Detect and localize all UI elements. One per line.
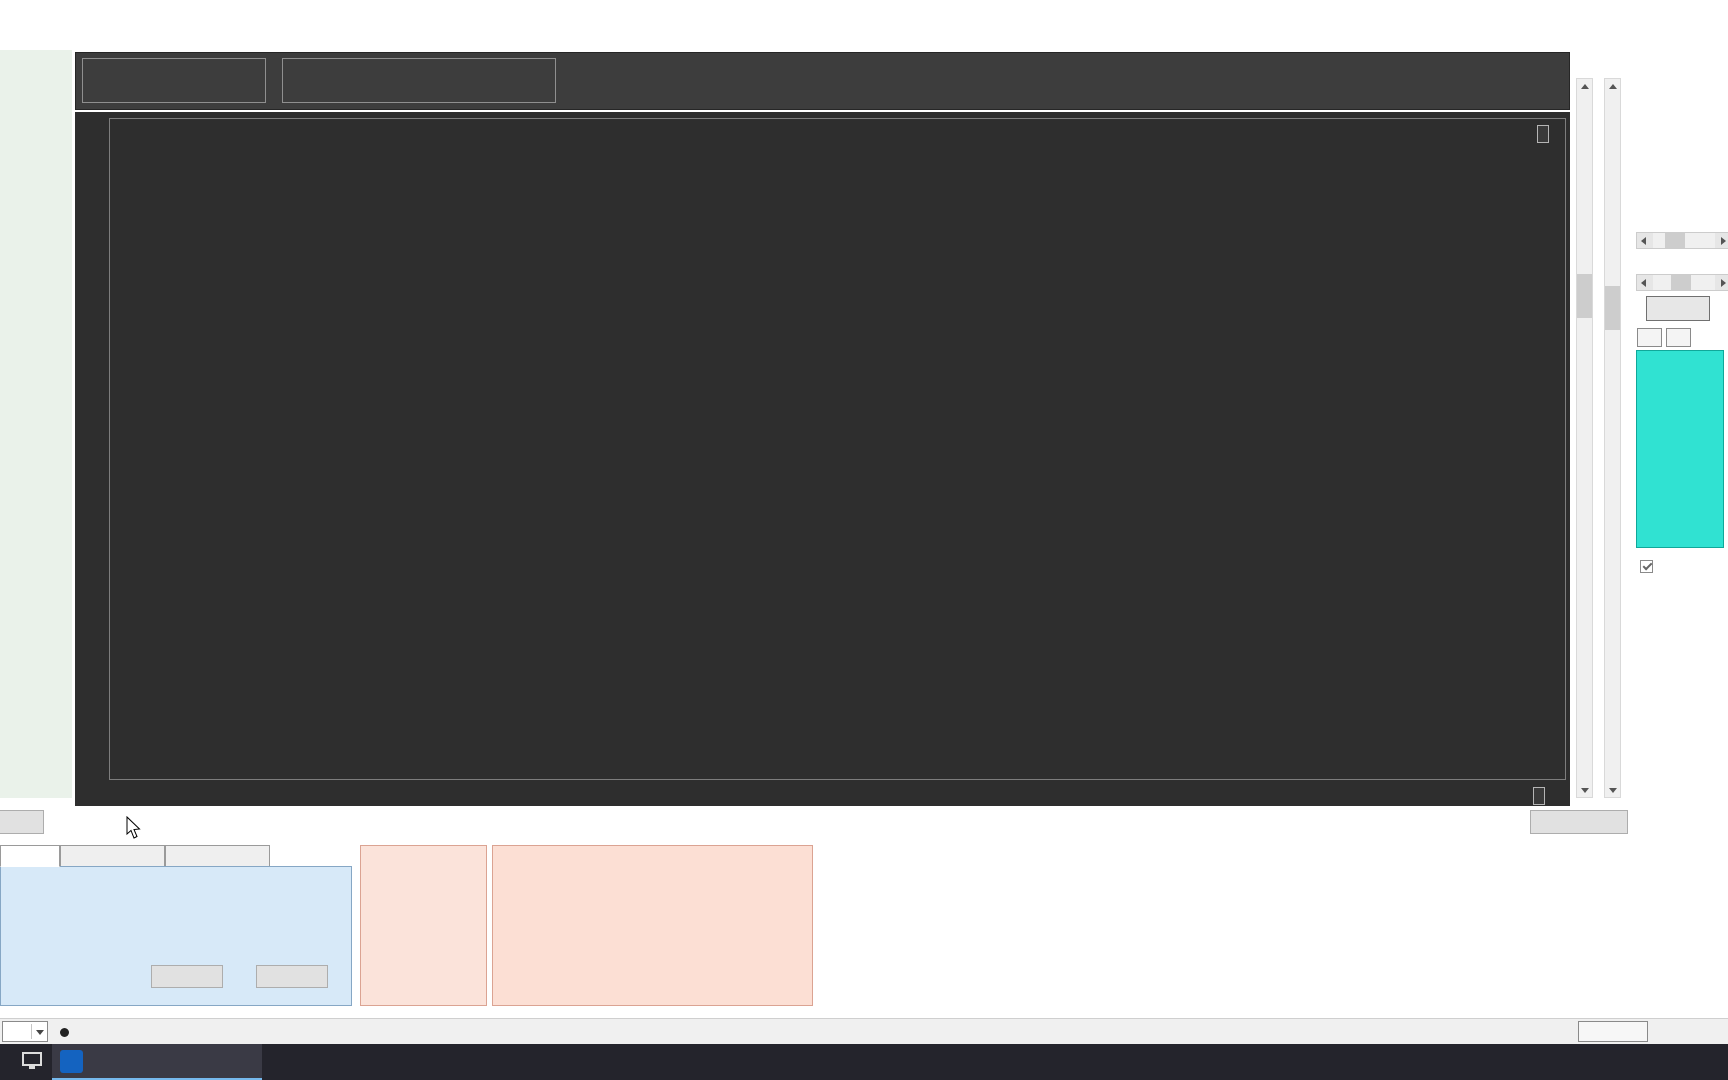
delta-t-readout [584,62,624,69]
slider-thumb[interactable] [1665,233,1685,248]
slider-right-icon[interactable] [1715,233,1728,248]
tab-dc-current[interactable] [165,845,270,867]
trigger-voltage-slider[interactable] [1636,232,1728,249]
window-titlebar [0,0,1728,26]
refresh-waveform-button[interactable] [0,810,44,834]
system-tray-icon[interactable] [22,1052,42,1069]
dc-coupling-button[interactable] [1666,328,1691,347]
connection-status-icon [60,1028,69,1037]
scroll-down-icon[interactable] [1577,782,1592,797]
measure-mode-panel [360,845,487,1006]
taskbar [0,1044,1728,1080]
divider [31,1024,32,1039]
slider-right-icon[interactable] [1715,275,1728,290]
device-selector[interactable] [2,1021,48,1042]
tab-sine-triangle[interactable] [0,845,60,867]
status-bar [0,1018,1728,1044]
signal-generator-form [0,866,352,1006]
tab-dc-voltage[interactable] [60,845,165,867]
slider-left-icon[interactable] [1637,233,1653,248]
signal-generator-panel [0,845,352,1006]
scroll-down-icon[interactable] [1605,782,1620,797]
slider-left-icon[interactable] [1637,275,1653,290]
redownload-button[interactable] [1578,1021,1648,1042]
slider-thumb[interactable] [1671,275,1691,290]
ac-coupling-button[interactable] [1637,328,1662,347]
checkbox-icon[interactable] [1640,560,1653,573]
stop-output-button[interactable] [256,965,328,988]
maxmin-readout-box [82,58,266,103]
mouse-cursor-icon [126,816,141,839]
x-unit-label [1533,787,1545,805]
channel-scrollbars [1576,56,1630,804]
sidebar-measurements [0,50,72,798]
ch2-scroll-thumb[interactable] [1605,286,1620,330]
oscilloscope-chart[interactable] [75,112,1570,806]
ch1-enable-checkbox[interactable] [1640,560,1658,573]
start-output-button[interactable] [151,965,223,988]
chevron-down-icon [36,1030,44,1035]
waveform-canvas[interactable] [109,118,1566,780]
trigger-position-slider[interactable] [1636,274,1728,291]
ch2-offset-scrollbar[interactable] [1604,78,1621,798]
h7-tool-logo-icon [60,1049,83,1073]
scroll-up-icon[interactable] [1577,79,1592,94]
analog-calibrate-button[interactable] [1530,810,1628,834]
ch1-offset-scrollbar[interactable] [1576,78,1593,798]
ch1-range-panel [1636,350,1724,548]
x-axis-labels [110,786,1565,802]
y-axis-labels [75,119,106,779]
cursor-readout-box [282,58,556,103]
start-acquire-button[interactable] [1646,296,1710,321]
ch1-scroll-thumb[interactable] [1577,274,1592,318]
taskbar-app-button[interactable] [52,1044,262,1080]
acquisition-panel [1632,52,1728,822]
measurement-bar [75,52,1570,110]
gpio-control-panel [492,845,813,1006]
y-unit-label [1537,125,1549,143]
scroll-up-icon[interactable] [1605,79,1620,94]
